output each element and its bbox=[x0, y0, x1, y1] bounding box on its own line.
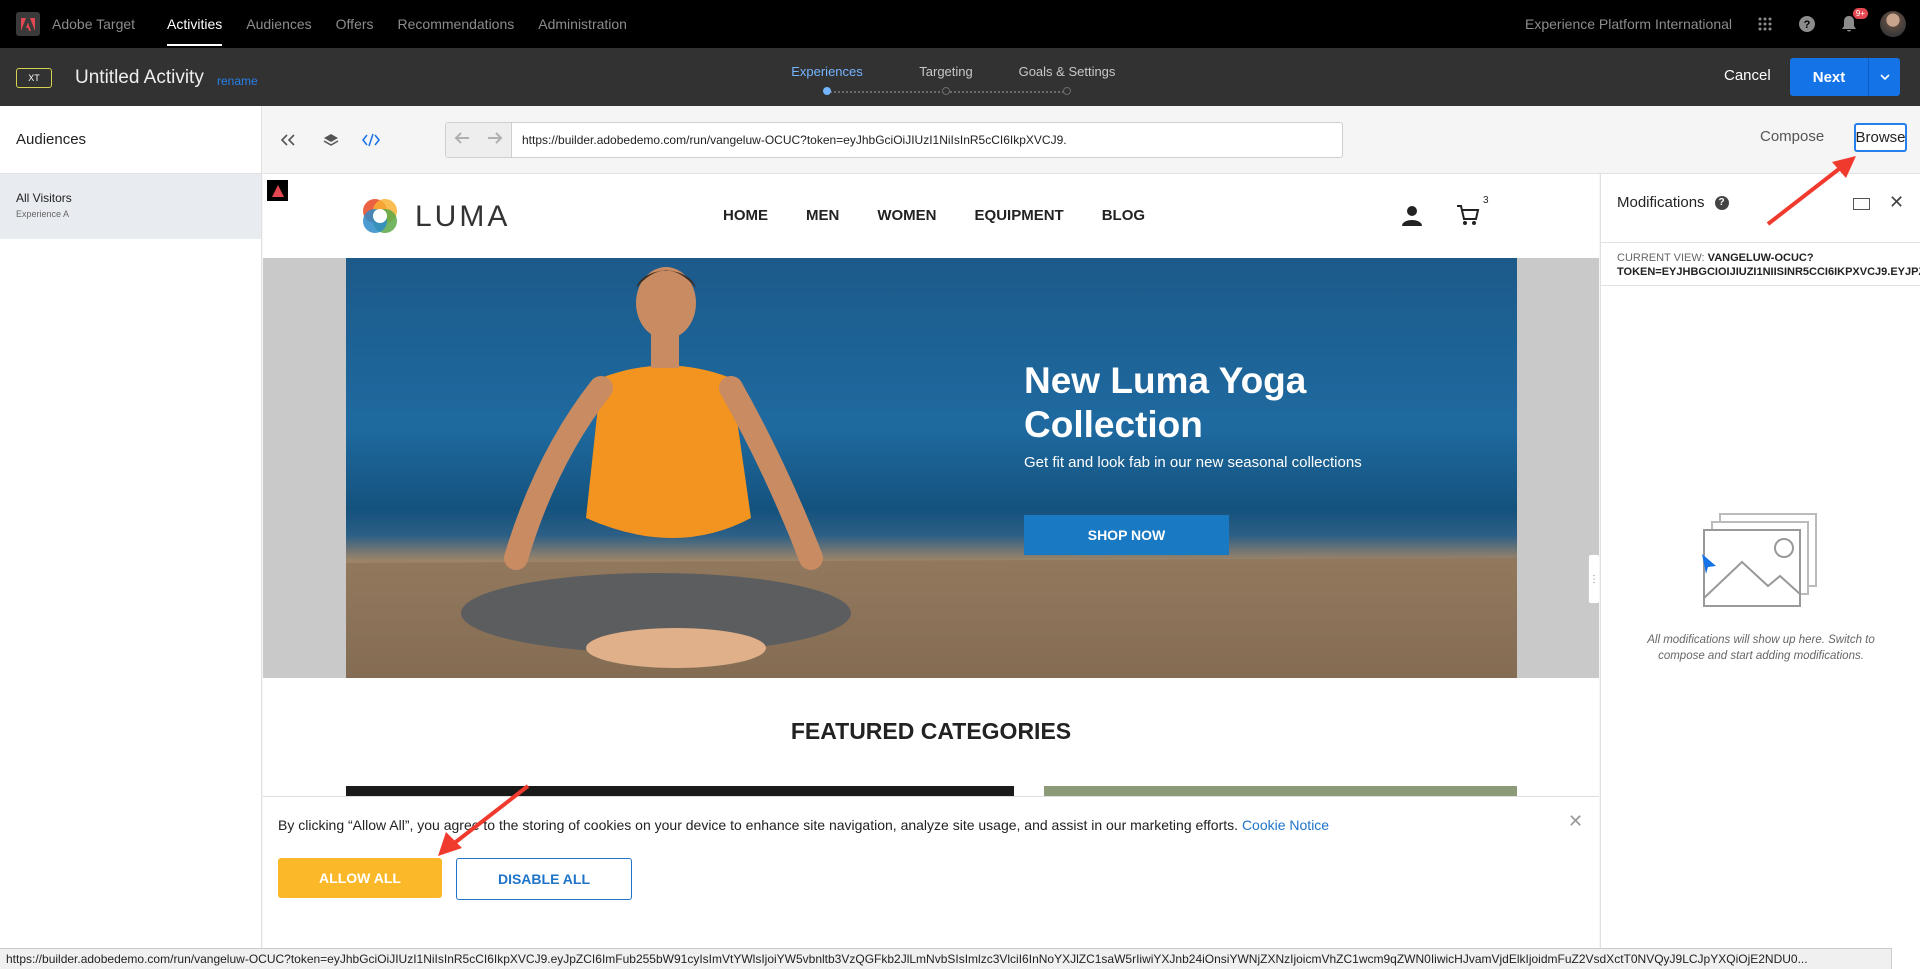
panel-resize-handle[interactable]: ⋮ bbox=[1588, 554, 1599, 604]
history-nav bbox=[446, 123, 512, 157]
help-icon[interactable]: ? bbox=[1796, 13, 1818, 35]
next-button-group: Next bbox=[1790, 58, 1900, 96]
modifications-help-icon[interactable]: ? bbox=[1714, 195, 1729, 210]
luma-menu-equipment[interactable]: EQUIPMENT bbox=[975, 207, 1064, 224]
activity-header: XT Untitled Activity rename Experiences … bbox=[0, 48, 1920, 106]
modifications-panel: Modifications ? ✕ CURRENT VIEW: VANGELUW… bbox=[1600, 174, 1920, 969]
luma-menu-blog[interactable]: BLOG bbox=[1102, 207, 1145, 224]
workflow-steps: Experiences Targeting Goals & Settings bbox=[780, 64, 1140, 98]
shopping-cart-icon[interactable] bbox=[1456, 203, 1480, 227]
allow-all-button[interactable]: ALLOW ALL bbox=[278, 858, 442, 898]
nav-activities[interactable]: Activities bbox=[167, 0, 223, 48]
audience-item-all-visitors[interactable]: All Visitors Experience A bbox=[0, 174, 261, 239]
step-dot-targeting bbox=[942, 87, 950, 95]
account-user-icon[interactable] bbox=[1401, 204, 1423, 226]
current-view-label: CURRENT VIEW: bbox=[1617, 252, 1705, 264]
notifications-bell-icon[interactable]: 9+ bbox=[1838, 8, 1868, 35]
featured-categories-heading: FEATURED CATEGORIES bbox=[790, 718, 1072, 744]
empty-state-illustration-icon bbox=[1702, 513, 1817, 607]
cookie-text: By clicking “Allow All”, you agree to th… bbox=[278, 817, 1329, 833]
notification-badge: 9+ bbox=[1852, 8, 1868, 19]
global-nav: Adobe Target Activities Audiences Offers… bbox=[0, 0, 1920, 48]
rename-link[interactable]: rename bbox=[217, 74, 258, 88]
luma-header: LUMA HOME MEN WOMEN EQUIPMENT BLOG 3 bbox=[263, 174, 1599, 258]
modifications-header: Modifications ? bbox=[1617, 194, 1729, 211]
adobe-logo-icon[interactable] bbox=[16, 12, 40, 36]
app-grid-icon[interactable] bbox=[1754, 13, 1776, 35]
back-arrow-icon[interactable] bbox=[454, 131, 470, 149]
experience-label: Experience A bbox=[16, 209, 70, 219]
empty-state-text: All modifications will show up here. Swi… bbox=[1647, 634, 1875, 662]
step-dot-goals bbox=[1063, 87, 1071, 95]
url-bar: https://builder.adobedemo.com/run/vangel… bbox=[445, 122, 1343, 158]
compose-mode-button[interactable]: Compose bbox=[1760, 128, 1824, 145]
nav-audiences[interactable]: Audiences bbox=[246, 0, 311, 48]
browser-status-bar: https://builder.adobedemo.com/run/vangel… bbox=[0, 948, 1892, 969]
device-preview-icon[interactable] bbox=[1853, 198, 1870, 210]
cart-count: 3 bbox=[1483, 195, 1489, 206]
app-name[interactable]: Adobe Target bbox=[52, 16, 135, 32]
step-experiences[interactable]: Experiences bbox=[791, 64, 863, 79]
next-button[interactable]: Next bbox=[1790, 58, 1869, 96]
target-element-marker-icon[interactable] bbox=[265, 178, 290, 203]
browse-mode-button[interactable]: Browse bbox=[1854, 123, 1907, 152]
code-editor-icon[interactable] bbox=[361, 130, 381, 150]
nav-recommendations[interactable]: Recommendations bbox=[398, 0, 515, 48]
luma-menu-men[interactable]: MEN bbox=[806, 207, 839, 224]
forward-arrow-icon[interactable] bbox=[487, 131, 503, 149]
audiences-rail-header: Audiences bbox=[0, 106, 261, 174]
nav-offers[interactable]: Offers bbox=[336, 0, 374, 48]
luma-menu: HOME MEN WOMEN EQUIPMENT BLOG bbox=[723, 207, 1145, 224]
cancel-button[interactable]: Cancel bbox=[1724, 67, 1771, 84]
modifications-title: Modifications bbox=[1617, 194, 1705, 211]
hero-subtitle: Get fit and look fab in our new seasonal… bbox=[1024, 454, 1362, 471]
activity-title: Untitled Activity bbox=[75, 67, 204, 88]
cookie-notice-link[interactable]: Cookie Notice bbox=[1242, 817, 1329, 833]
hero-banner[interactable]: New Luma Yoga Collection Get fit and loo… bbox=[346, 258, 1517, 678]
next-dropdown-chevron-icon[interactable] bbox=[1869, 58, 1900, 96]
luma-menu-home[interactable]: HOME bbox=[723, 207, 768, 224]
hero-title: New Luma Yoga Collection bbox=[1024, 360, 1307, 445]
step-targeting[interactable]: Targeting bbox=[919, 64, 972, 79]
current-view-line-1: VANGELUW-OCUC? bbox=[1707, 252, 1814, 264]
org-switcher[interactable]: Experience Platform International bbox=[1525, 16, 1732, 32]
cookie-close-icon[interactable]: ✕ bbox=[1568, 811, 1583, 832]
disable-all-button[interactable]: DISABLE ALL bbox=[456, 858, 632, 900]
luma-menu-women[interactable]: WOMEN bbox=[877, 207, 936, 224]
audiences-rail: Audiences All Visitors Experience A bbox=[0, 106, 262, 969]
svg-text:?: ? bbox=[1804, 19, 1811, 31]
vec-toolbar: https://builder.adobedemo.com/run/vangel… bbox=[263, 106, 1920, 174]
step-dot-experiences bbox=[823, 87, 831, 95]
user-avatar[interactable] bbox=[1880, 11, 1906, 37]
cookie-message: By clicking “Allow All”, you agree to th… bbox=[278, 817, 1239, 833]
current-view-line-2: TOKEN=EYJHBGCIOIJIUZI1NIISINR5CCI6IKPXVC… bbox=[1617, 266, 1920, 278]
luma-logo-icon[interactable] bbox=[361, 197, 399, 235]
layers-icon[interactable] bbox=[321, 130, 341, 150]
collapse-rail-icon[interactable] bbox=[278, 130, 298, 150]
shop-now-button[interactable]: SHOP NOW bbox=[1024, 515, 1229, 555]
close-panel-icon[interactable]: ✕ bbox=[1889, 192, 1904, 213]
cookie-consent-banner: By clicking “Allow All”, you agree to th… bbox=[263, 796, 1599, 948]
url-input[interactable]: https://builder.adobedemo.com/run/vangel… bbox=[512, 133, 1066, 147]
current-view: CURRENT VIEW: VANGELUW-OCUC? TOKEN=EYJHB… bbox=[1601, 242, 1920, 286]
audience-name: All Visitors bbox=[16, 191, 72, 205]
step-goals-settings[interactable]: Goals & Settings bbox=[1019, 64, 1116, 79]
luma-brand[interactable]: LUMA bbox=[415, 200, 510, 234]
nav-administration[interactable]: Administration bbox=[538, 0, 627, 48]
activity-type-badge: XT bbox=[16, 68, 52, 88]
